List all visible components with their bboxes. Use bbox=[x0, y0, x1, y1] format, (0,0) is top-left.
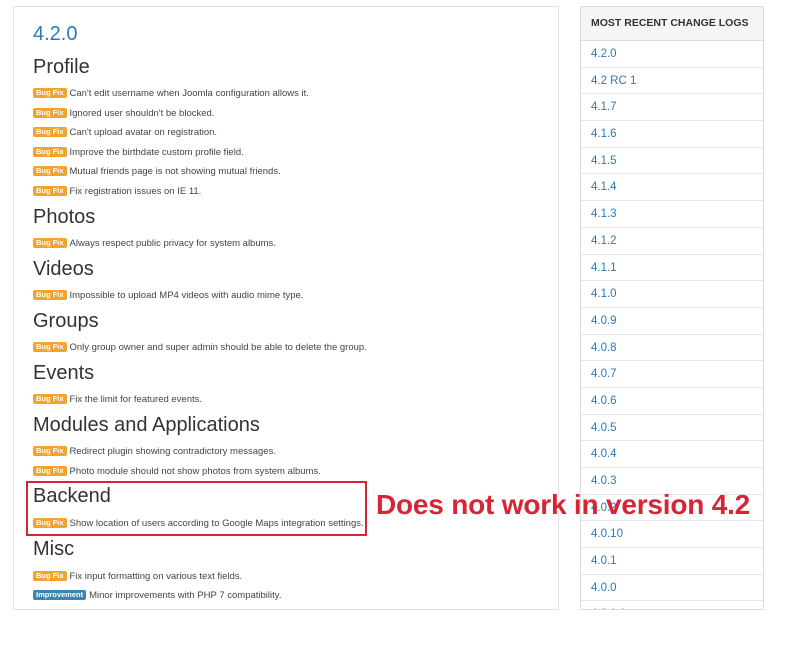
changelog-item-text: Fix registration issues on IE 11. bbox=[69, 185, 202, 197]
sidebar-changelog-link[interactable]: 4.0.1.1 bbox=[581, 601, 763, 609]
changelog-item: Improvement Minor improvements with PHP 7… bbox=[33, 589, 281, 601]
changelog-item-text: Ignored user shouldn't be blocked. bbox=[69, 107, 215, 119]
sidebar-changelog-link[interactable]: 4.0.9 bbox=[581, 308, 763, 335]
sidebar-changelog-link[interactable]: 4.1.6 bbox=[581, 121, 763, 148]
sidebar-changelog-link[interactable]: 4.0.1 bbox=[581, 548, 763, 575]
section-heading-groups: Groups bbox=[33, 310, 99, 332]
version-title[interactable]: 4.2.0 bbox=[33, 21, 77, 47]
sidebar-changelog-link[interactable]: 4.0.7 bbox=[581, 361, 763, 388]
sidebar-changelog-link[interactable]: 4.1.2 bbox=[581, 228, 763, 255]
changelog-item: Bug Fix Fix input formatting on various t… bbox=[33, 570, 242, 582]
changelog-item: Bug Fix Redirect plugin showing contradic… bbox=[33, 445, 276, 457]
changelog-item-text: Can't edit username when Joomla configur… bbox=[69, 87, 309, 99]
changelog-item: Bug Fix Photo module should not show phot… bbox=[33, 465, 321, 477]
bug-fix-badge: Bug Fix bbox=[33, 108, 67, 118]
bug-fix-badge: Bug Fix bbox=[33, 446, 67, 456]
sidebar-changelog-link[interactable]: 4.1.7 bbox=[581, 94, 763, 122]
changelog-item: Bug Fix Fix registration issues on IE 11. bbox=[33, 185, 201, 197]
sidebar-changelog-link[interactable]: 4.1.4 bbox=[581, 174, 763, 202]
changelog-item: Bug Fix Only group owner and super admin … bbox=[33, 341, 367, 353]
sidebar-changelog-link[interactable]: 4.0.5 bbox=[581, 415, 763, 442]
changelog-item: Bug Fix Always respect public privacy for… bbox=[33, 237, 276, 249]
bug-fix-badge: Bug Fix bbox=[33, 166, 67, 176]
bug-fix-badge: Bug Fix bbox=[33, 186, 67, 196]
section-heading-misc: Misc bbox=[33, 538, 75, 560]
changelog-item: Bug Fix Impossible to upload MP4 videos w… bbox=[33, 289, 303, 301]
changelog-item-text: Redirect plugin showing contradictory me… bbox=[69, 445, 276, 457]
changelog-item: Bug Fix Can't upload avatar on registrati… bbox=[33, 126, 217, 138]
section-heading-photos: Photos bbox=[33, 206, 96, 228]
sidebar-changelog-link[interactable]: 4.1.1 bbox=[581, 255, 763, 282]
changelog-item-text: Fix input formatting on various text fie… bbox=[69, 570, 243, 582]
changelog-item-text: Minor improvements with PHP 7 compatibil… bbox=[89, 589, 282, 601]
section-heading-events: Events bbox=[33, 362, 95, 384]
section-heading-videos: Videos bbox=[33, 258, 94, 280]
section-heading-profile: Profile bbox=[33, 56, 90, 78]
changelog-item-text: Fix the limit for featured events. bbox=[69, 393, 203, 405]
sidebar-changelog-link[interactable]: 4.1.0 bbox=[581, 281, 763, 308]
sidebar-title: MOST RECENT CHANGE LOGS bbox=[581, 7, 763, 41]
highlight-box bbox=[26, 481, 367, 536]
annotation-text: Does not work in version 4.2 bbox=[376, 489, 751, 520]
changelog-item: Bug Fix Can't edit username when Joomla c… bbox=[33, 87, 309, 99]
bug-fix-badge: Bug Fix bbox=[33, 394, 67, 404]
changelog-item: Bug Fix Ignored user shouldn't be blocked… bbox=[33, 107, 214, 119]
changelog-item-text: Impossible to upload MP4 videos with aud… bbox=[69, 289, 304, 301]
changelog-item: Bug Fix Improve the birthdate custom prof… bbox=[33, 146, 244, 158]
sidebar-changelog-link[interactable]: 4.0.4 bbox=[581, 441, 763, 468]
sidebar-changelog-link[interactable]: 4.2 RC 1 bbox=[581, 68, 763, 95]
bug-fix-badge: Bug Fix bbox=[33, 466, 67, 476]
changelog-item: Bug Fix Mutual friends page is not showin… bbox=[33, 165, 281, 177]
sidebar-list: 4.2.0 4.2 RC 1 4.1.7 4.1.6 4.1.5 4.1.4 4.1.3 4.… bbox=[581, 41, 763, 609]
changelog-item-text: Always respect public privacy for system… bbox=[69, 237, 276, 249]
improvement-badge: Improvement bbox=[33, 590, 87, 600]
bug-fix-badge: Bug Fix bbox=[33, 290, 67, 300]
bug-fix-badge: Bug Fix bbox=[33, 571, 67, 581]
bug-fix-badge: Bug Fix bbox=[33, 238, 67, 248]
bug-fix-badge: Bug Fix bbox=[33, 342, 67, 352]
changelog-item-text: Mutual friends page is not showing mutua… bbox=[69, 165, 281, 177]
bug-fix-badge: Bug Fix bbox=[33, 88, 67, 98]
changelog-item-text: Only group owner and super admin should … bbox=[69, 341, 367, 353]
changelog-item-text: Improve the birthdate custom profile fie… bbox=[69, 146, 244, 158]
sidebar-changelog-link[interactable]: 4.0.0 bbox=[581, 575, 763, 602]
sidebar-changelog-link[interactable]: 4.0.8 bbox=[581, 335, 763, 362]
sidebar-changelog-link[interactable]: 4.1.3 bbox=[581, 201, 763, 228]
changelog-item-text: Photo module should not show photos from… bbox=[69, 465, 321, 477]
bug-fix-badge: Bug Fix bbox=[33, 127, 67, 137]
changelog-item-text: Can't upload avatar on registration. bbox=[69, 126, 218, 138]
sidebar-changelog-link[interactable]: 4.2.0 bbox=[581, 41, 763, 68]
bug-fix-badge: Bug Fix bbox=[33, 147, 67, 157]
section-heading-modules-and-applications: Modules and Applications bbox=[33, 414, 260, 436]
sidebar-changelog-link[interactable]: 4.0.10 bbox=[581, 521, 763, 549]
sidebar-changelog-link[interactable]: 4.1.5 bbox=[581, 148, 763, 175]
changelog-item: Bug Fix Fix the limit for featured events… bbox=[33, 393, 202, 405]
sidebar-changelog-link[interactable]: 4.0.6 bbox=[581, 388, 763, 415]
